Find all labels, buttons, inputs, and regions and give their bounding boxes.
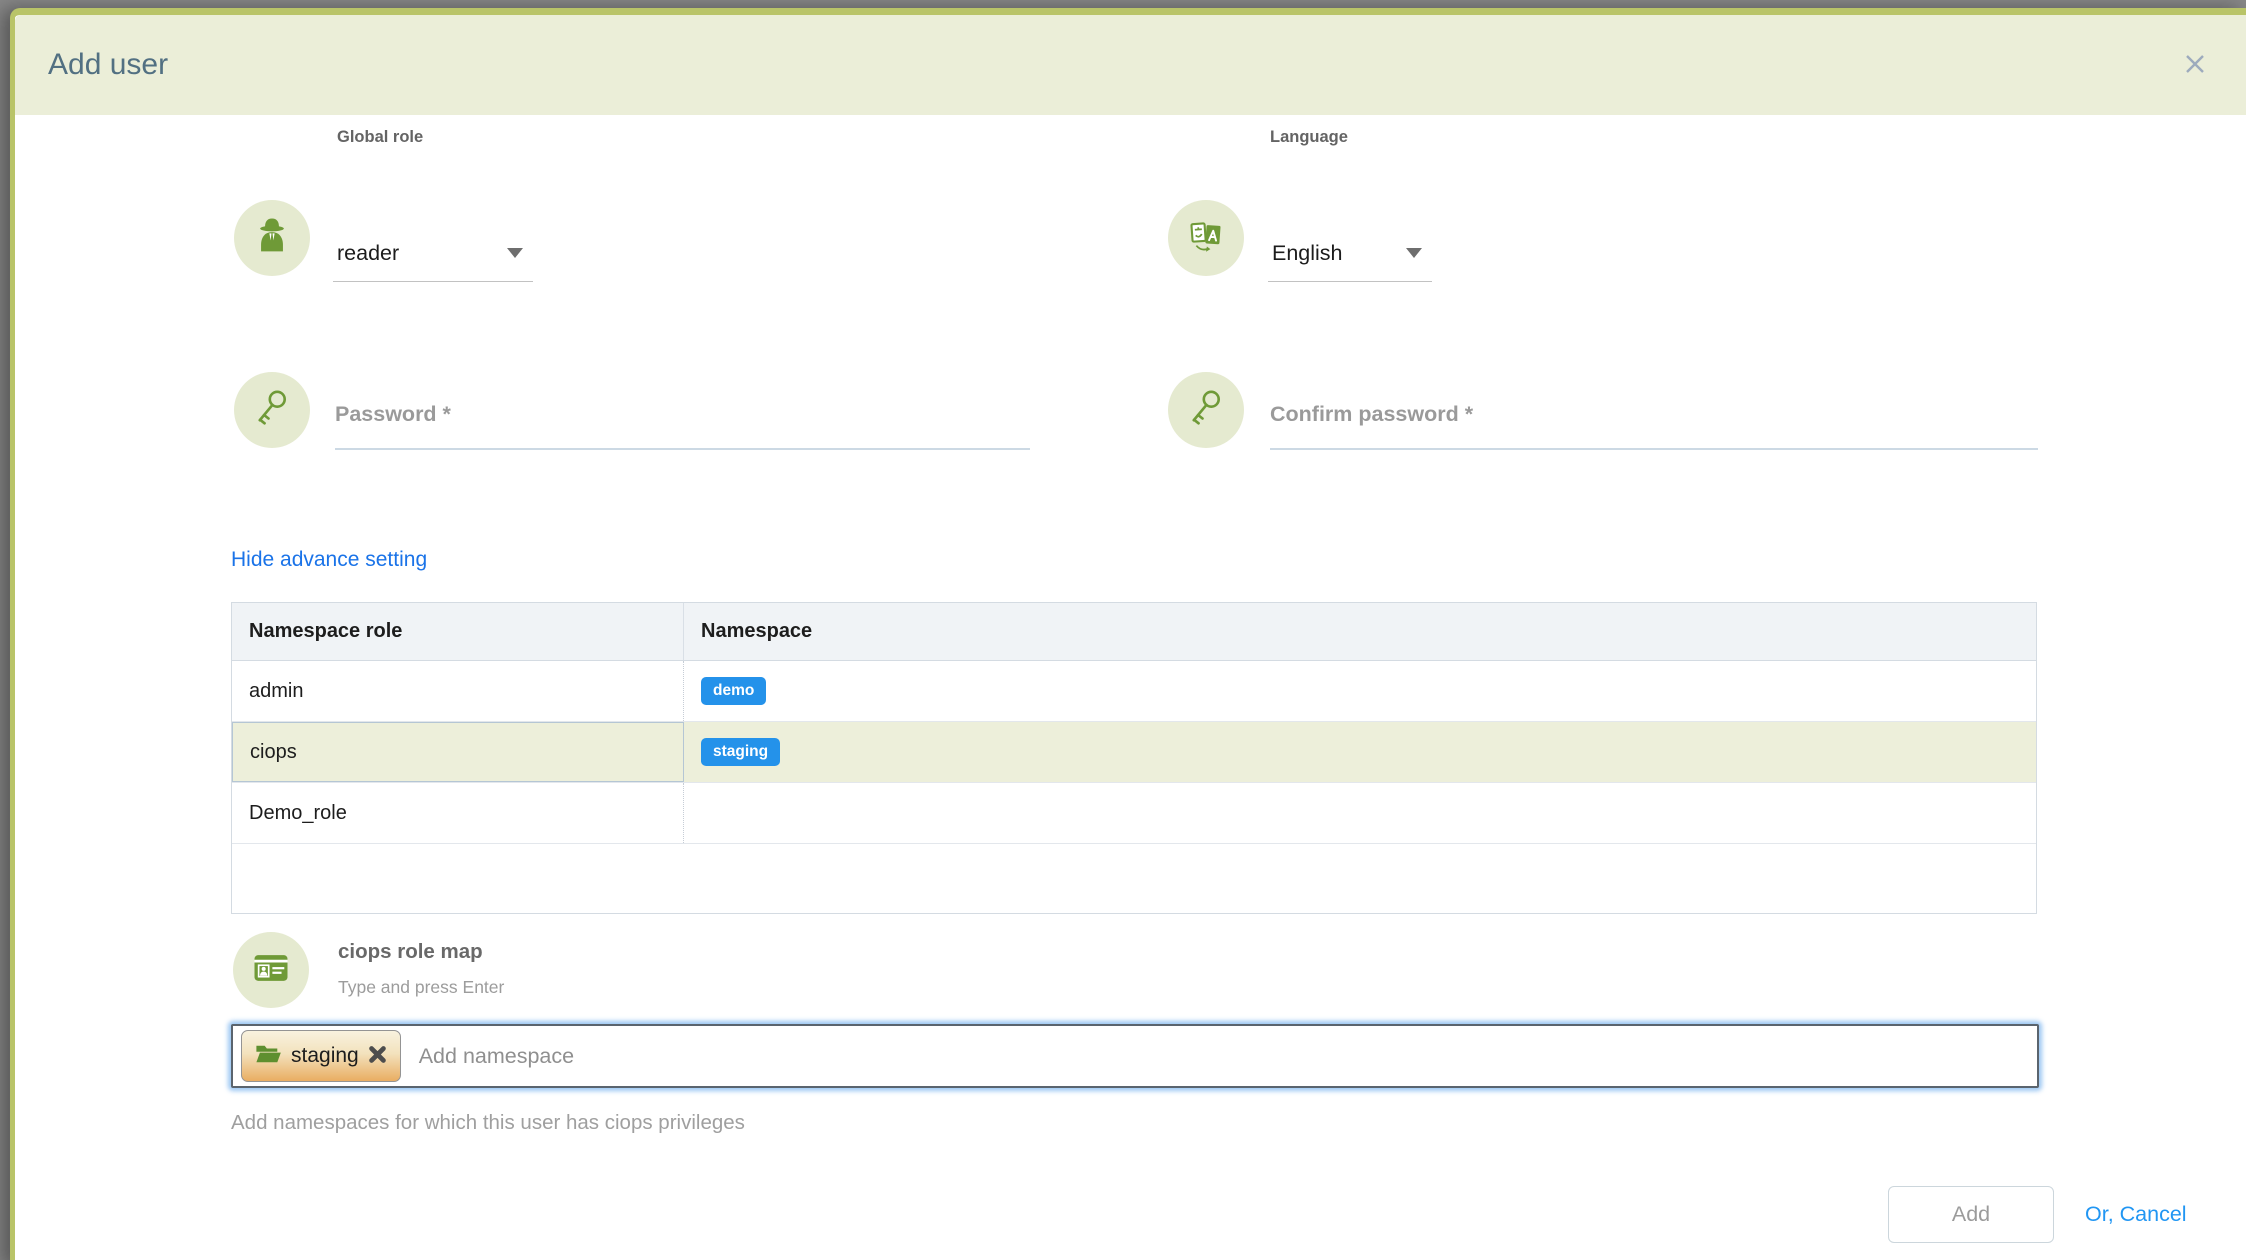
- namespace-cell: [684, 783, 2036, 843]
- language-select[interactable]: English: [1268, 225, 1432, 282]
- password-placeholder: Password *: [335, 402, 451, 427]
- tag-remove-button[interactable]: [368, 1045, 387, 1067]
- modal-header: [15, 15, 2246, 115]
- table-header-row: Namespace role Namespace: [232, 603, 2036, 661]
- language-label: Language: [1270, 128, 1348, 147]
- modal-title: Add user: [48, 15, 168, 115]
- spy-icon: [251, 215, 293, 262]
- namespace-cell: demo: [684, 661, 2036, 721]
- table-row[interactable]: Demo_role: [232, 783, 2036, 844]
- language-icon-circle: [1168, 200, 1244, 276]
- namespace-badge: demo: [701, 677, 766, 705]
- namespace-tags-input[interactable]: staging Add namespace: [231, 1024, 2039, 1088]
- folder-open-icon: [255, 1043, 282, 1070]
- id-card-icon: [249, 946, 293, 995]
- chevron-down-icon: [1406, 248, 1422, 258]
- language-value: English: [1272, 241, 1343, 266]
- add-user-modal: Add user Global role reader: [10, 8, 2246, 1260]
- column-header-namespace: Namespace: [684, 603, 2036, 660]
- x-icon: [368, 1045, 387, 1067]
- password-icon-circle: [234, 372, 310, 448]
- global-role-icon-circle: [234, 200, 310, 276]
- hide-advance-setting-link[interactable]: Hide advance setting: [231, 548, 427, 572]
- password-field[interactable]: Password *: [335, 380, 1030, 450]
- table-row[interactable]: ciops staging: [232, 722, 2036, 783]
- role-cell: ciops: [232, 722, 684, 782]
- chevron-down-icon: [507, 248, 523, 258]
- rolemap-hint: Type and press Enter: [338, 977, 504, 998]
- cancel-link[interactable]: Or, Cancel: [2085, 1186, 2187, 1243]
- role-cell: admin: [232, 661, 684, 721]
- key-icon: [251, 387, 293, 434]
- add-button[interactable]: Add: [1888, 1186, 2054, 1243]
- namespace-tag: staging: [241, 1030, 401, 1082]
- table-row[interactable]: admin demo: [232, 661, 2036, 722]
- confirm-password-icon-circle: [1168, 372, 1244, 448]
- confirm-password-placeholder: Confirm password *: [1270, 402, 1473, 427]
- add-namespace-placeholder: Add namespace: [419, 1044, 574, 1069]
- tag-label: staging: [291, 1044, 359, 1068]
- namespace-cell: staging: [684, 722, 2036, 782]
- key-icon: [1185, 387, 1227, 434]
- role-cell: Demo_role: [232, 783, 684, 843]
- rolemap-title: ciops role map: [338, 940, 483, 964]
- global-role-value: reader: [337, 241, 399, 266]
- close-button[interactable]: [2175, 45, 2215, 85]
- translate-icon: [1185, 215, 1227, 262]
- confirm-password-field[interactable]: Confirm password *: [1270, 380, 2038, 450]
- screen-background: Add user Global role reader: [0, 0, 2246, 1260]
- namespace-badge: staging: [701, 738, 780, 766]
- column-header-namespace-role: Namespace role: [232, 603, 684, 660]
- close-icon: [2182, 51, 2208, 80]
- rolemap-icon-circle: [233, 932, 309, 1008]
- global-role-label: Global role: [337, 128, 423, 147]
- global-role-select[interactable]: reader: [333, 225, 533, 282]
- namespace-helper-text: Add namespaces for which this user has c…: [231, 1111, 745, 1135]
- namespace-role-table: Namespace role Namespace admin demo ciop…: [231, 602, 2037, 914]
